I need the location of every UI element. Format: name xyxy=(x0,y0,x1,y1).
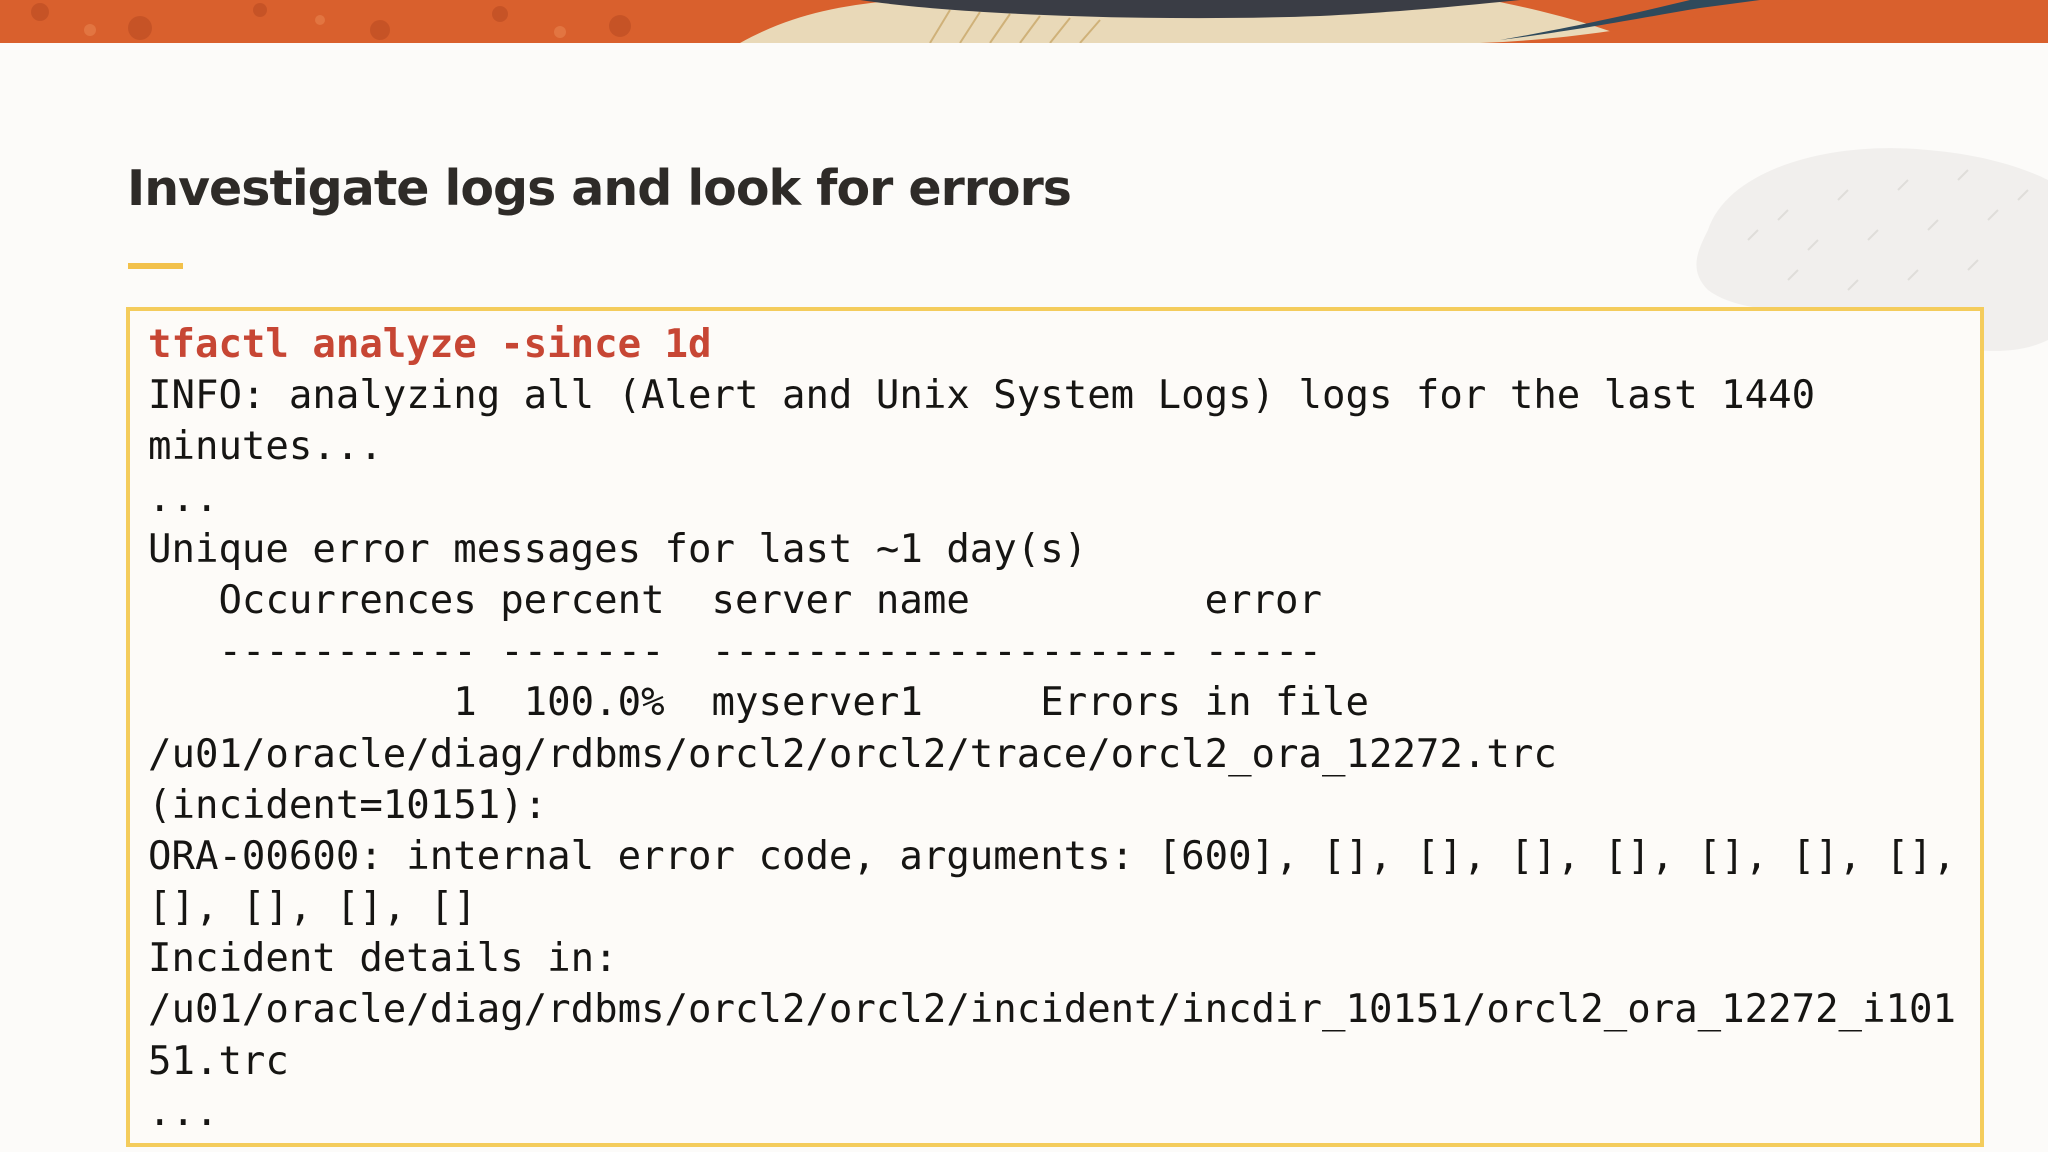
decorative-header-banner xyxy=(0,0,2048,43)
output-line-ellipsis: ... xyxy=(148,475,219,521)
output-line-summary-heading: Unique error messages for last ~1 day(s) xyxy=(148,526,1088,572)
slide-title: Investigate logs and look for errors xyxy=(127,160,1072,217)
terminal-command: tfactl analyze -since 1d xyxy=(148,322,712,367)
output-line-incident-path-cont: 51.trc xyxy=(148,1038,289,1084)
output-line-ora-error: ORA-00600: internal error code, argument… xyxy=(148,833,1956,879)
output-line-info: INFO: analyzing all (Alert and Unix Syst… xyxy=(148,373,1816,419)
output-line-incident-path: /u01/oracle/diag/rdbms/orcl2/orcl2/incid… xyxy=(148,987,1956,1033)
banner-artwork xyxy=(0,0,2048,43)
title-accent-underline xyxy=(128,263,183,269)
output-line-ora-error-cont: [], [], [], [] xyxy=(148,885,477,931)
output-line-table-header: Occurrences percent server name error xyxy=(148,577,1322,623)
terminal-code-box: tfactl analyze -since 1d INFO: analyzing… xyxy=(126,307,1984,1147)
output-line-incident-id: (incident=10151): xyxy=(148,782,548,828)
output-line-table-row: 1 100.0% myserver1 Errors in file xyxy=(148,680,1369,726)
terminal-output: tfactl analyze -since 1d INFO: analyzing… xyxy=(148,319,1956,1138)
output-line-trace-path: /u01/oracle/diag/rdbms/orcl2/orcl2/trace… xyxy=(148,731,1557,777)
output-line-trailing-ellipsis: ... xyxy=(148,1089,219,1135)
output-line-incident-details: Incident details in: xyxy=(148,936,618,982)
output-line-info-cont: minutes... xyxy=(148,424,383,470)
output-line-table-rule: ----------- ------- --------------------… xyxy=(148,629,1322,675)
